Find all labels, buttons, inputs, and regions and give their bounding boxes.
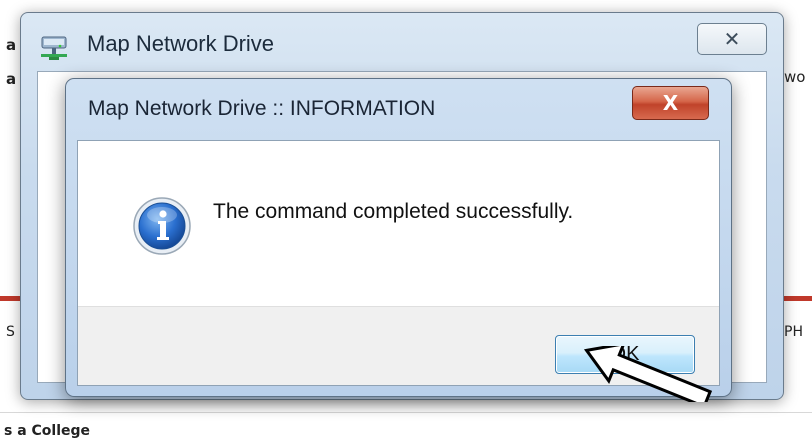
background-red-rule-right xyxy=(782,296,812,301)
outer-window-title: Map Network Drive xyxy=(87,31,275,56)
network-drive-icon xyxy=(41,36,67,60)
background-text-left: a xyxy=(6,70,17,88)
background-red-rule-left xyxy=(0,296,20,301)
dialog-close-button[interactable]: X xyxy=(632,86,709,120)
background-text-top-left: a xyxy=(6,36,17,54)
close-icon: ✕ xyxy=(723,27,741,51)
background-footer-text: s a College xyxy=(4,423,91,439)
message-area: The command completed successfully. xyxy=(78,141,719,307)
dialog-title: Map Network Drive :: INFORMATION xyxy=(88,97,436,120)
background-text-right: wo xyxy=(784,68,806,86)
close-icon: X xyxy=(662,91,679,115)
dialog-message: The command completed successfully. xyxy=(213,200,574,223)
background-text-bottom-right: PH xyxy=(784,324,803,340)
outer-titlebar[interactable]: Map Network Drive ✕ xyxy=(21,13,783,71)
outer-close-button[interactable]: ✕ xyxy=(697,23,767,55)
information-icon xyxy=(133,197,191,255)
background-divider xyxy=(0,412,812,413)
background-text-bottom-left: S xyxy=(6,324,15,340)
annotation-arrow-icon xyxy=(583,346,713,402)
